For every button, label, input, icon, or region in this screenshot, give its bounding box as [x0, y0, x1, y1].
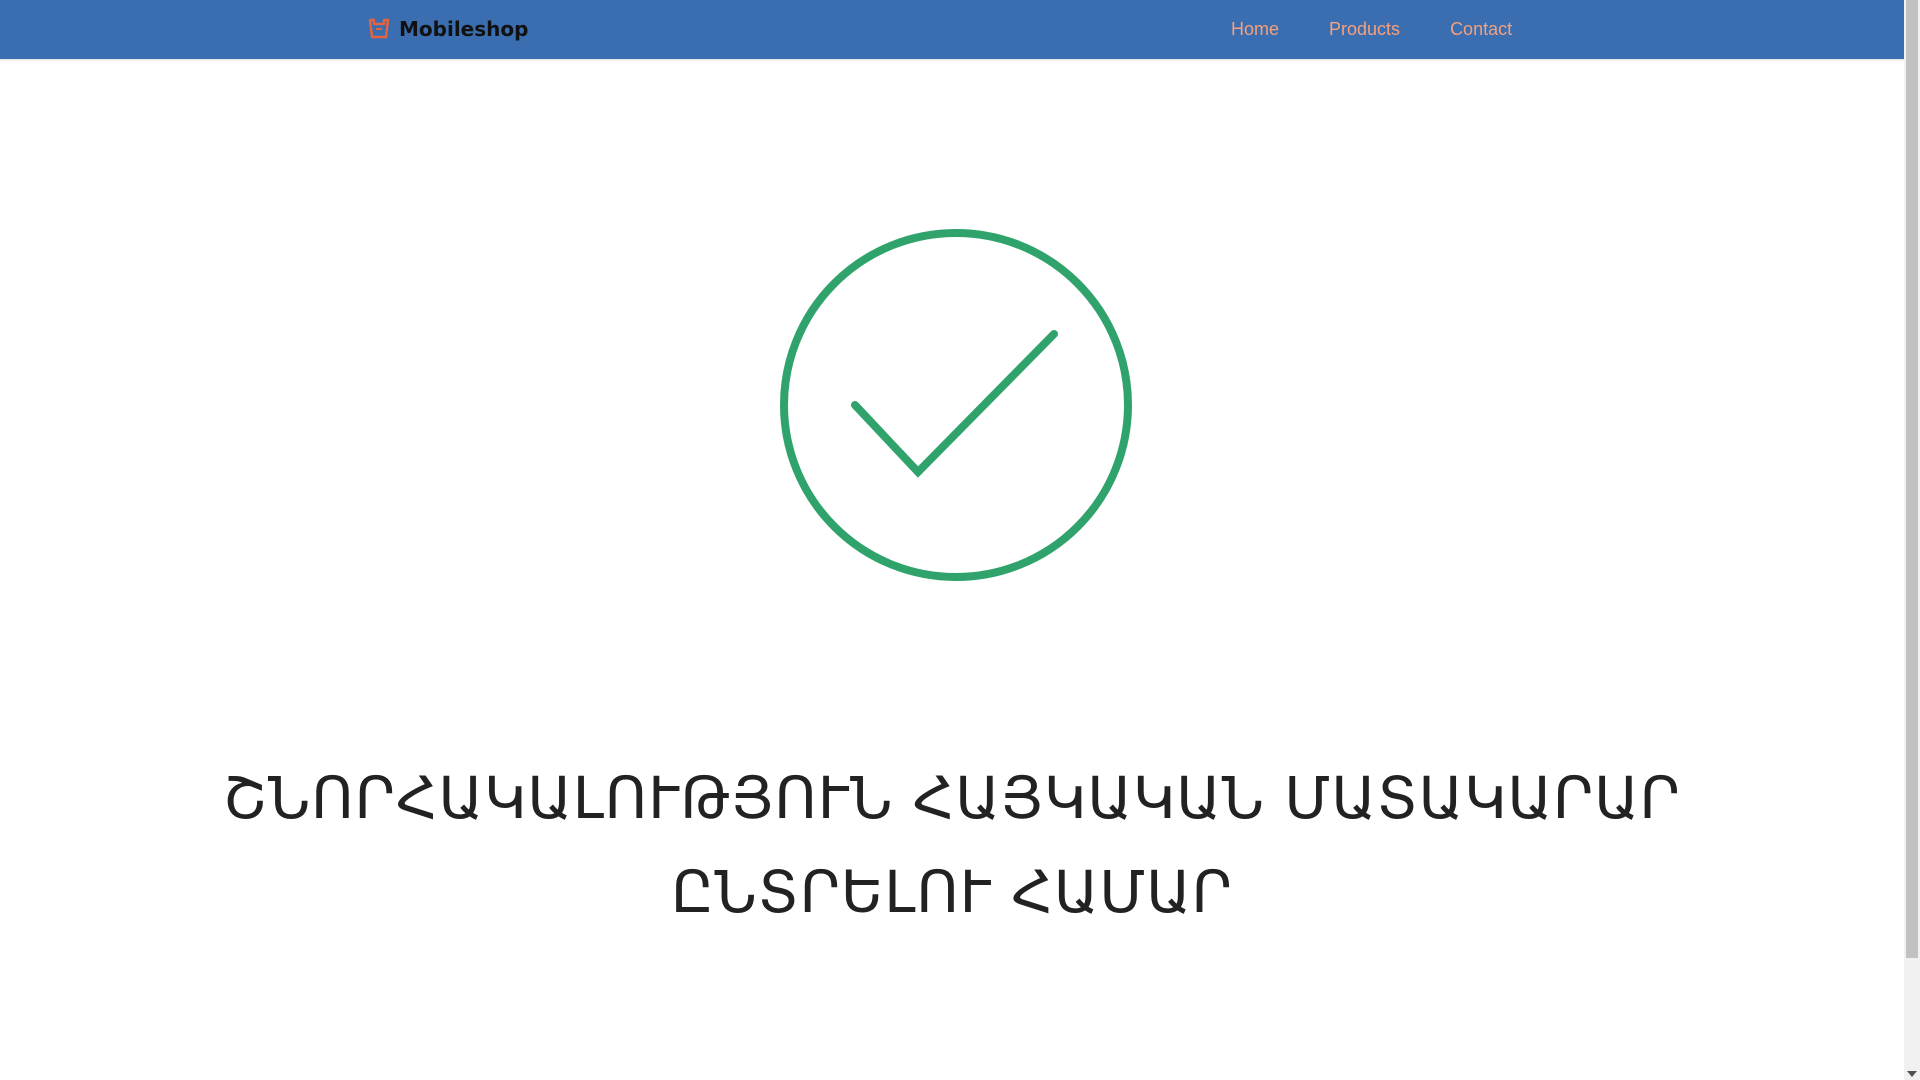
brand-name: Mobileshop	[399, 17, 529, 41]
check-circle-icon	[780, 229, 1132, 581]
brand-logo-link[interactable]: Mobileshop	[367, 14, 528, 44]
main-nav: Home Products Contact	[1210, 0, 1537, 59]
shopping-basket-icon	[368, 18, 390, 39]
success-message: ՇՆՈՐՀԱԿԱԼՈՒԹՅՈՒՆ ՀԱՅԿԱԿԱՆ ՄԱՏԱԿԱՐԱՐ ԸՆՏՐ…	[223, 763, 1681, 926]
scroll-down-arrow-icon[interactable]	[1907, 1071, 1917, 1077]
vertical-scrollbar[interactable]	[1904, 0, 1920, 1080]
nav-link-contact[interactable]: Contact	[1425, 0, 1537, 59]
nav-link-home[interactable]: Home	[1210, 0, 1304, 59]
top-navbar: Mobileshop Home Products Contact	[0, 0, 1904, 59]
nav-link-products[interactable]: Products	[1304, 0, 1425, 59]
scrollbar-thumb[interactable]	[1906, 0, 1918, 958]
page: Mobileshop Home Products Contact ՇՆՈՐՀԱԿ…	[0, 0, 1920, 1080]
